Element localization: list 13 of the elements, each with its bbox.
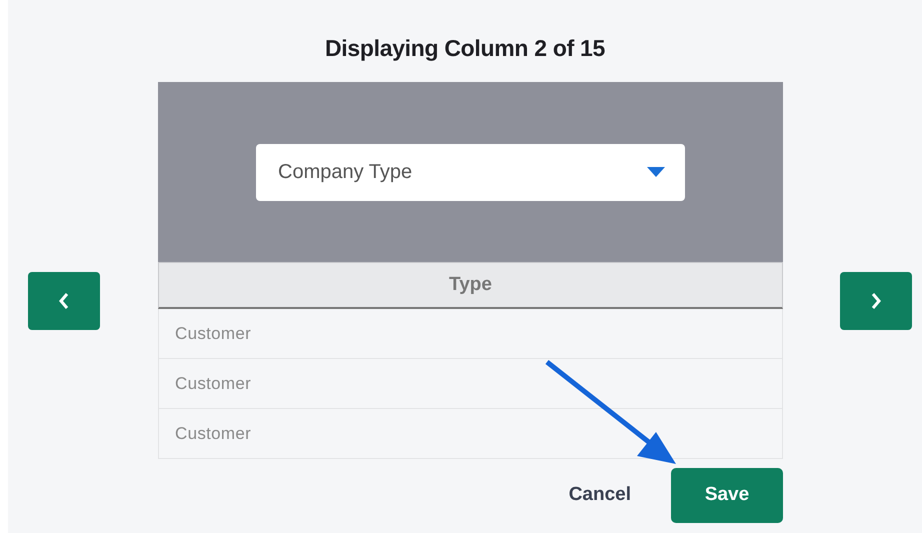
chevron-left-icon: [58, 292, 70, 310]
dropdown-caret-icon: [647, 167, 665, 177]
save-button[interactable]: Save: [671, 468, 783, 523]
previous-button[interactable]: [28, 272, 100, 330]
table-cell-text: Customer: [175, 372, 252, 395]
column-header: Type: [158, 262, 783, 309]
table-cell-text: Customer: [175, 322, 252, 345]
column-dropdown[interactable]: Company Type: [256, 144, 685, 200]
dialog-title: Displaying Column 2 of 15: [324, 34, 606, 63]
next-button[interactable]: [840, 272, 912, 330]
table-cell-text: Customer: [175, 422, 252, 445]
chevron-right-icon: [870, 292, 882, 310]
cancel-link[interactable]: Cancel: [568, 481, 631, 510]
